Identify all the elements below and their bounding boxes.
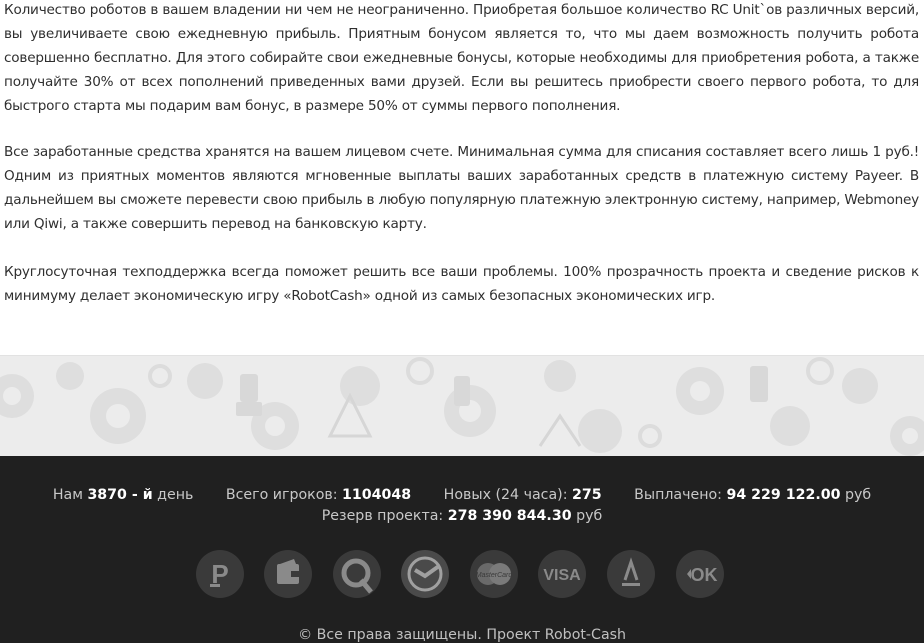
stat-paid: Выплачено: 94 229 122.00 руб bbox=[634, 487, 871, 503]
stat-days-prefix: Нам bbox=[52, 487, 83, 503]
paragraph-robots: Количество роботов в вашем владении ни ч… bbox=[4, 2, 919, 114]
alfabank-icon[interactable] bbox=[607, 550, 655, 598]
stat-days: Нам 3870 - й день bbox=[53, 487, 194, 503]
stat-paid-value: 94 229 122.00 bbox=[726, 487, 841, 503]
stat-paid-label: Выплачено: bbox=[634, 487, 722, 503]
gears-pattern-banner bbox=[0, 355, 924, 457]
exmo-icon[interactable]: OK bbox=[676, 550, 724, 598]
stat-new-value: 275 bbox=[572, 487, 602, 503]
stat-reserve: Резерв проекта: 278 390 844.30 руб bbox=[0, 508, 924, 524]
payeer-icon[interactable]: P bbox=[196, 550, 244, 598]
stat-players: Всего игроков: 1104048 bbox=[226, 487, 411, 503]
stat-paid-unit: руб bbox=[845, 487, 872, 503]
svg-text:OK: OK bbox=[691, 565, 718, 585]
visa-icon[interactable]: VISA bbox=[538, 550, 586, 598]
project-stats: Нам 3870 - й день Всего игроков: 1104048… bbox=[0, 487, 924, 503]
qiwi-icon[interactable] bbox=[333, 550, 381, 598]
gears-pattern-graphic bbox=[0, 357, 924, 456]
svg-text:MasterCard: MasterCard bbox=[476, 572, 514, 579]
stat-reserve-value: 278 390 844.30 bbox=[447, 508, 572, 524]
stat-players-label: Всего игроков: bbox=[225, 487, 338, 503]
paragraph-support: Круглосуточная техподдержка всегда помож… bbox=[4, 264, 919, 304]
footer: Нам 3870 - й день Всего игроков: 1104048… bbox=[0, 456, 924, 643]
wallet-icon[interactable] bbox=[264, 550, 312, 598]
stat-days-suffix: день bbox=[157, 487, 194, 503]
stat-new-label: Новых (24 часа): bbox=[443, 487, 568, 503]
stat-days-value: 3870 - й bbox=[87, 487, 153, 503]
main-content: Количество роботов в вашем владении ни ч… bbox=[0, 0, 924, 355]
copyright: © Все права защищены. Проект Robot-Cash bbox=[297, 627, 627, 643]
stat-reserve-label: Резерв проекта: bbox=[321, 508, 444, 524]
sberbank-icon[interactable] bbox=[401, 550, 449, 598]
svg-text:VISA: VISA bbox=[543, 567, 581, 584]
mastercard-icon[interactable]: MasterCard bbox=[470, 550, 518, 598]
paragraph-earnings: Все заработанные средства хранятся на ва… bbox=[4, 144, 919, 232]
stat-players-value: 1104048 bbox=[342, 487, 412, 503]
stat-new-players: Новых (24 часа): 275 bbox=[444, 487, 602, 503]
stat-reserve-unit: руб bbox=[576, 508, 603, 524]
